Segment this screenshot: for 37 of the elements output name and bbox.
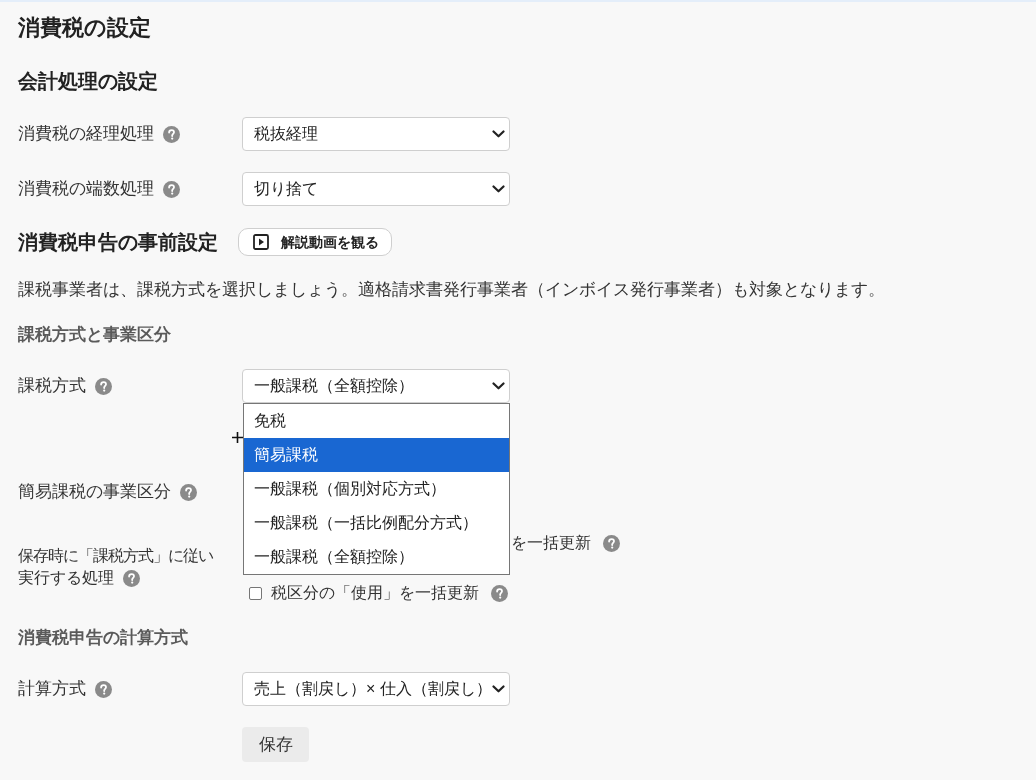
help-icon[interactable] <box>603 534 620 552</box>
checkbox-label: を一括更新 <box>511 533 591 553</box>
checkbox[interactable] <box>249 586 262 600</box>
field-label: 実行する処理 <box>18 568 114 588</box>
checkbox-label: 税区分の「使用」を一括更新 <box>271 583 479 603</box>
field-label: 計算方式 <box>18 678 86 701</box>
dropdown-select[interactable]: 切り捨て <box>242 172 510 206</box>
chevron-down-icon <box>492 185 505 193</box>
help-icon[interactable] <box>95 377 112 395</box>
save-button[interactable]: 保存 <box>242 727 309 762</box>
chevron-down-icon <box>492 382 505 390</box>
dropdown-select[interactable]: 一般課税（全額控除） <box>242 369 510 403</box>
crosshair-cursor-icon <box>232 432 243 443</box>
play-icon <box>253 234 269 250</box>
video-button[interactable]: 解説動画を観る <box>238 228 392 256</box>
field-label: 課税方式 <box>18 375 86 398</box>
subsection-heading: 課税方式と事業区分 <box>18 324 171 346</box>
section-heading: 会計処理の設定 <box>18 69 158 94</box>
field-label: 消費税の端数処理 <box>18 178 154 201</box>
help-icon[interactable] <box>163 180 180 198</box>
help-icon[interactable] <box>123 569 140 587</box>
field-label: 簡易課税の事業区分 <box>18 481 171 504</box>
subsection-heading: 消費税申告の計算方式 <box>18 627 188 649</box>
dropdown-select[interactable]: 税抜経理 <box>242 117 510 151</box>
help-icon[interactable] <box>95 680 112 698</box>
field-label: 消費税の経理処理 <box>18 123 154 146</box>
help-icon[interactable] <box>491 584 508 602</box>
section-heading: 消費税申告の事前設定 <box>18 230 218 255</box>
help-icon[interactable] <box>180 483 197 501</box>
help-icon[interactable] <box>163 125 180 143</box>
page-title: 消費税の設定 <box>18 14 151 42</box>
dropdown-option[interactable]: 簡易課税 <box>244 438 509 472</box>
dropdown-select[interactable]: 売上（割戻し）× 仕入（割戻し） <box>242 672 510 706</box>
chevron-down-icon <box>492 130 505 138</box>
field-label: 保存時に「課税方式」に従い <box>18 546 213 566</box>
chevron-down-icon <box>492 685 505 693</box>
description-text: 課税事業者は、課税方式を選択しましょう。適格請求書発行事業者（インボイス発行事業者）も対象となります。 <box>18 279 885 301</box>
